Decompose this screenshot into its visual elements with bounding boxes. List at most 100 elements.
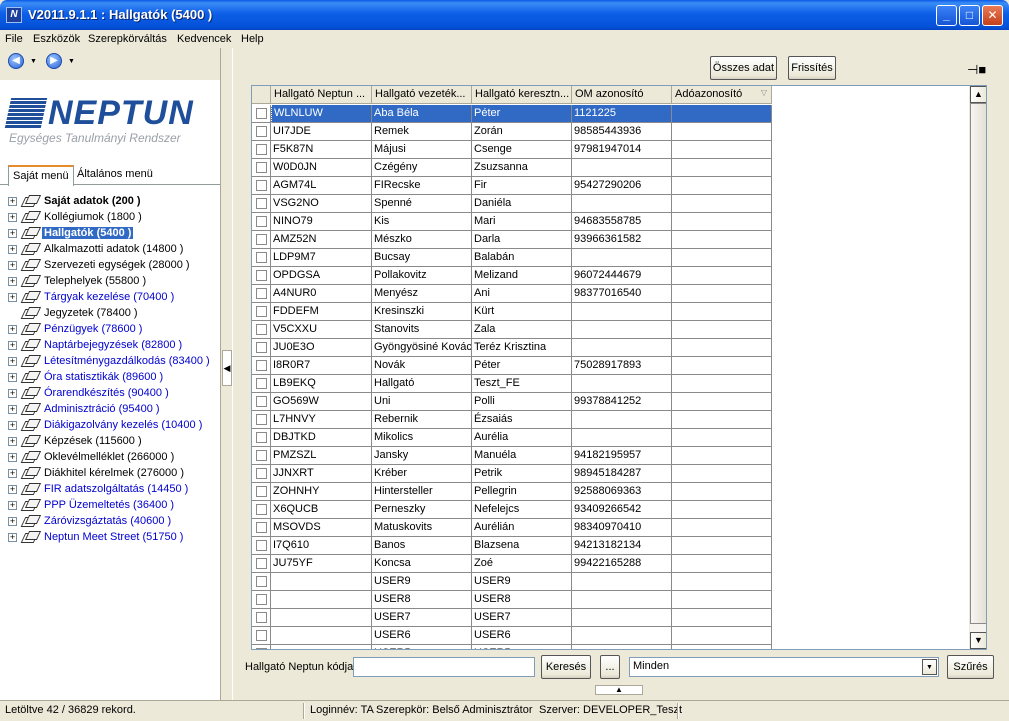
cell-om-id[interactable]: [572, 627, 672, 645]
cell-tax-id[interactable]: [672, 591, 772, 609]
row-checkbox[interactable]: [256, 630, 267, 641]
tree-item[interactable]: + Neptun Meet Street (51750 ): [0, 530, 220, 546]
row-checkbox[interactable]: [256, 324, 267, 335]
cell-neptun-code[interactable]: PMZSZL: [271, 447, 372, 465]
table-row[interactable]: USER8 USER8: [252, 591, 772, 609]
cell-neptun-code[interactable]: LDP9M7: [271, 249, 372, 267]
cell-om-id[interactable]: [572, 429, 672, 447]
row-checkbox[interactable]: [256, 504, 267, 515]
cell-first-name[interactable]: Daniéla: [472, 195, 572, 213]
cell-tax-id[interactable]: [672, 519, 772, 537]
cell-last-name[interactable]: Matuskovits: [372, 519, 472, 537]
scroll-thumb[interactable]: [970, 103, 986, 624]
cell-neptun-code[interactable]: JJNXRT: [271, 465, 372, 483]
cell-om-id[interactable]: 93409266542: [572, 501, 672, 519]
table-row[interactable]: OPDGSA Pollakovitz Melizand 96072444679: [252, 267, 772, 285]
row-checkbox[interactable]: [256, 648, 267, 649]
cell-tax-id[interactable]: [672, 303, 772, 321]
cell-tax-id[interactable]: [672, 249, 772, 267]
table-row[interactable]: PMZSZL Jansky Manuéla 94182195957: [252, 447, 772, 465]
cell-om-id[interactable]: [572, 249, 672, 267]
cell-neptun-code[interactable]: L7HNVY: [271, 411, 372, 429]
cell-last-name[interactable]: Bucsay: [372, 249, 472, 267]
forward-arrow-icon[interactable]: ▶: [46, 53, 62, 69]
cell-last-name[interactable]: FIRecske: [372, 177, 472, 195]
cell-neptun-code[interactable]: MSOVDS: [271, 519, 372, 537]
expand-plus-icon[interactable]: +: [8, 245, 17, 254]
table-row[interactable]: DBJTKD Mikolics Aurélia: [252, 429, 772, 447]
cell-first-name[interactable]: Ani: [472, 285, 572, 303]
cell-neptun-code[interactable]: DBJTKD: [271, 429, 372, 447]
back-arrow-icon[interactable]: ◀: [8, 53, 24, 69]
cell-last-name[interactable]: Banos: [372, 537, 472, 555]
row-checkbox[interactable]: [256, 468, 267, 479]
tree-item[interactable]: + Kollégiumok (1800 ): [0, 210, 220, 226]
header-neptun-code[interactable]: Hallgató Neptun ...: [271, 86, 372, 104]
row-checkbox[interactable]: [256, 216, 267, 227]
collapse-left-icon[interactable]: ◀: [222, 350, 232, 386]
expand-plus-icon[interactable]: +: [8, 341, 17, 350]
expand-plus-icon[interactable]: +: [8, 469, 17, 478]
tree-item[interactable]: + Tárgyak kezelése (70400 ): [0, 290, 220, 306]
row-checkbox[interactable]: [256, 486, 267, 497]
row-checkbox[interactable]: [256, 252, 267, 263]
cell-last-name[interactable]: Kréber: [372, 465, 472, 483]
cell-neptun-code[interactable]: NINO79: [271, 213, 372, 231]
cell-tax-id[interactable]: [672, 375, 772, 393]
tree-item[interactable]: Jegyzetek (78400 ): [0, 306, 220, 322]
cell-last-name[interactable]: USER9: [372, 573, 472, 591]
refresh-button[interactable]: Frissítés: [788, 56, 836, 80]
cell-om-id[interactable]: 1121225: [572, 105, 672, 123]
maximize-button[interactable]: □: [959, 5, 980, 26]
cell-first-name[interactable]: Polli: [472, 393, 572, 411]
cell-neptun-code[interactable]: GO569W: [271, 393, 372, 411]
cell-tax-id[interactable]: [672, 465, 772, 483]
cell-first-name[interactable]: Nefelejcs: [472, 501, 572, 519]
tree-item[interactable]: + FIR adatszolgáltatás (14450 ): [0, 482, 220, 498]
table-row[interactable]: JU75YF Koncsa Zoé 99422165288: [252, 555, 772, 573]
tree-item[interactable]: + Hallgatók (5400 ): [0, 226, 220, 242]
expand-plus-icon[interactable]: +: [8, 261, 17, 270]
cell-last-name[interactable]: Pollakovitz: [372, 267, 472, 285]
cell-neptun-code[interactable]: JU0E3O: [271, 339, 372, 357]
row-checkbox[interactable]: [256, 612, 267, 623]
tree-item[interactable]: + Diákhitel kérelmek (276000 ): [0, 466, 220, 482]
cell-first-name[interactable]: Teszt_FE: [472, 375, 572, 393]
expand-plus-icon[interactable]: +: [8, 437, 17, 446]
table-row[interactable]: USER5USER5: [252, 645, 772, 649]
cell-tax-id[interactable]: [672, 213, 772, 231]
table-row[interactable]: A4NUR0 Menyész Ani 98377016540: [252, 285, 772, 303]
cell-first-name[interactable]: Zorán: [472, 123, 572, 141]
cell-first-name[interactable]: Petrik: [472, 465, 572, 483]
cell-first-name[interactable]: USER5: [472, 645, 572, 649]
cell-tax-id[interactable]: [672, 267, 772, 285]
cell-tax-id[interactable]: [672, 105, 772, 123]
table-row[interactable]: JU0E3O Gyöngyösiné Kovác: Teréz Krisztina: [252, 339, 772, 357]
expand-plus-icon[interactable]: +: [8, 533, 17, 542]
tree-item[interactable]: + Diákigazolvány kezelés (10400 ): [0, 418, 220, 434]
table-row[interactable]: USER9 USER9: [252, 573, 772, 591]
expand-plus-icon[interactable]: +: [8, 293, 17, 302]
cell-first-name[interactable]: USER9: [472, 573, 572, 591]
close-button[interactable]: ✕: [982, 5, 1003, 26]
table-row[interactable]: X6QUCB Perneszky Nefelejcs 93409266542: [252, 501, 772, 519]
forward-dropdown-icon[interactable]: ▼: [68, 58, 75, 65]
cell-first-name[interactable]: Pellegrin: [472, 483, 572, 501]
cell-om-id[interactable]: 92588069363: [572, 483, 672, 501]
neptun-code-search-input[interactable]: [353, 657, 535, 677]
cell-first-name[interactable]: Fir: [472, 177, 572, 195]
expand-plus-icon[interactable]: +: [8, 485, 17, 494]
expand-plus-icon[interactable]: +: [8, 229, 17, 238]
row-checkbox[interactable]: [256, 450, 267, 461]
tree-item[interactable]: + Záróvizsgáztatás (40600 ): [0, 514, 220, 530]
cell-tax-id[interactable]: [672, 159, 772, 177]
header-last-name[interactable]: Hallgató vezeték...: [372, 86, 472, 104]
cell-tax-id[interactable]: [672, 285, 772, 303]
expand-plus-icon[interactable]: +: [8, 277, 17, 286]
cell-om-id[interactable]: 93966361582: [572, 231, 672, 249]
table-row[interactable]: WLNLUW Aba Béla Péter 1121225: [252, 105, 772, 123]
cell-last-name[interactable]: Mikolics: [372, 429, 472, 447]
row-checkbox[interactable]: [256, 234, 267, 245]
cell-neptun-code[interactable]: [271, 627, 372, 645]
cell-neptun-code[interactable]: [271, 645, 372, 649]
